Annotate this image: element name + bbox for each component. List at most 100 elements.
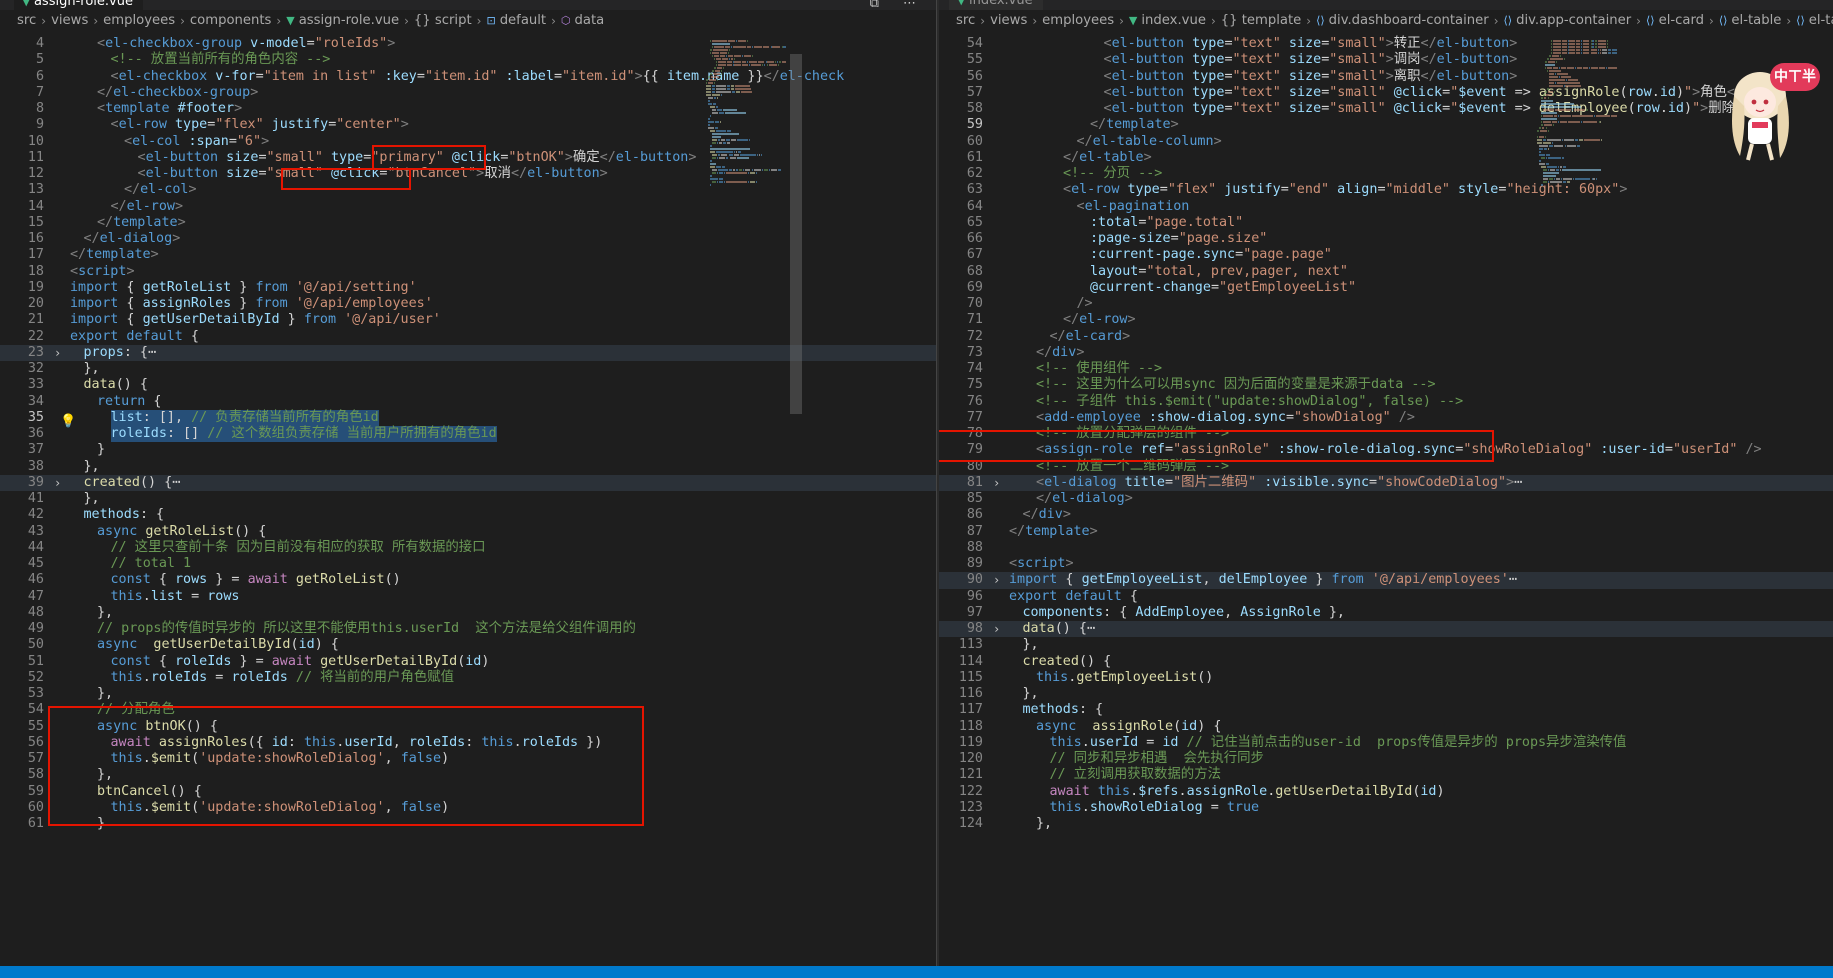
code-line[interactable]: 63 <el-row type="flex" justify="end" alig… [939,182,1833,198]
scroll-thumb[interactable] [790,54,802,414]
code-line[interactable]: 60 </el-table-column> [939,134,1833,150]
code-line[interactable]: 90 › import { getEmployeeList, delEmployee… [939,572,1833,589]
code-token: type [1184,84,1225,100]
code-token: }, [1036,816,1053,831]
code-token: = [1170,231,1179,246]
code-line[interactable]: 67:current-page.sync="page.page" [939,247,1833,263]
split-and-more-icons[interactable]: ⧉ ⋯ [870,0,926,11]
code-line[interactable]: 96 export default { [939,589,1833,605]
status-bar[interactable] [0,966,1833,978]
code-line[interactable]: 74 <!-- 使用组件 --> [939,361,1833,377]
breadcrumb-item[interactable]: components [190,13,271,28]
code-line[interactable]: 113}, [939,637,1833,653]
code-line[interactable]: 122 await this.$refs.assignRole.getUserDe… [939,784,1833,800]
code-line[interactable]: 86 </div> [939,507,1833,523]
code-token: el-row [1079,312,1128,328]
code-line[interactable]: 77 <add-employee :show-dialog.sync="showD… [939,410,1833,426]
code-line[interactable]: 73 </div> [939,345,1833,361]
tab-index-vue[interactable]: ▼ index.vue [949,0,1043,10]
fold-chevron-icon[interactable]: › [993,572,1005,588]
code-line[interactable]: 79 <assign-role ref="assignRole" :show-ro… [939,442,1833,458]
code-line[interactable]: 72 </el-card> [939,329,1833,345]
code-line[interactable]: 78 <!-- 放置分配弹层的组件 --> [939,426,1833,442]
code-line[interactable]: 121 // 立刻调用获取数据的方法 [939,767,1833,783]
code-line[interactable]: 80 <!-- 放置一个二维码弹层 --> [939,459,1833,475]
left-editor-pane[interactable]: ▼ assign-role.vue ⧉ ⋯ src › views › employee… [0,0,936,978]
right-editor-pane[interactable]: ▼ index.vue src › views › employees › ▼ index.v… [939,0,1833,978]
minimap[interactable] [706,36,788,936]
code-line[interactable]: 124}, [939,816,1833,832]
code-line[interactable]: 117 methods: { [939,702,1833,718]
breadcrumb-item[interactable]: {} script [414,13,472,28]
code-line[interactable]: 97 components: { AddEmployee, AssignRole … [939,605,1833,621]
code-editor[interactable]: 54 <el-button type="text" size="small">转正… [939,36,1833,966]
code-line[interactable]: 75 <!-- 这里为什么可以用sync 因为后面的变量是来源于data --> [939,377,1833,393]
code-text: <!-- 这里为什么可以用sync 因为后面的变量是来源于data --> [1036,377,1436,393]
breadcrumb-item[interactable]: views [51,13,88,28]
breadcrumb-item[interactable]: src [956,13,975,28]
code-line[interactable]: 98 › data() {⋯ [939,621,1833,638]
code-token: $event [1458,101,1507,116]
breadcrumb-item[interactable]: src [17,13,36,28]
code-line[interactable]: 71 </el-row> [939,312,1833,328]
breadcrumb-item[interactable]: index.vue [1141,13,1206,28]
fold-chevron-icon[interactable]: › [54,475,66,491]
fold-chevron-icon[interactable]: › [993,621,1005,637]
code-line[interactable]: 89 <script> [939,556,1833,572]
code-line[interactable]: 61 </el-table> [939,150,1833,166]
breadcrumb-item[interactable]: assign-role.vue [299,13,399,28]
minimap[interactable] [1537,36,1619,936]
code-token: <!-- 放置当前所有的角色内容 --> [110,52,331,68]
code-line[interactable]: 81 › <el-dialog title="图片二维码" :visible.syn… [939,474,1833,491]
vertical-scrollbar[interactable] [790,36,802,966]
code-line[interactable]: 66:page-size="page.size" [939,231,1833,247]
fold-chevron-icon[interactable]: › [54,345,66,361]
code-line[interactable]: 120 // 同步和异步相遇 会先执行同步 [939,751,1833,767]
breadcrumb-item[interactable]: data [575,13,605,28]
code-line[interactable]: 76 <!-- 子组件 this.$emit("update:showDialog… [939,394,1833,410]
code-line[interactable]: 62 <!-- 分页 --> [939,166,1833,182]
code-line[interactable]: 85 </el-dialog> [939,491,1833,507]
code-token: :key [376,68,417,84]
fold-chevron-icon[interactable]: › [993,475,1005,491]
breadcrumb-item[interactable]: views [990,13,1027,28]
breadcrumb[interactable]: src › views › employees › ▼ index.vue › {} templa… [939,10,1833,32]
code-line[interactable]: 55 <el-button type="text" size="small">调岗… [939,52,1833,68]
code-line[interactable]: 69 @current-change="getEmployeeList" [939,280,1833,296]
breadcrumb-item[interactable]: {} template [1221,13,1302,28]
minimap-line [1555,73,1557,75]
code-line[interactable]: 118 async assignRole(id) { [939,719,1833,735]
code-line[interactable]: 65:total="page.total" [939,215,1833,231]
line-number: 48 [27,604,44,620]
code-line[interactable]: 58 <el-button type="text" size="small" @c… [939,101,1833,117]
code-line[interactable]: 119 this.userId = id // 记住当前点击的user-id pr… [939,735,1833,751]
code-token: : { [123,344,148,360]
code-line[interactable]: 70 /> [939,296,1833,312]
code-line[interactable]: 87 </template> [939,524,1833,540]
breadcrumb-item[interactable]: div.dashboard-container [1329,13,1489,28]
breadcrumb-item[interactable]: el-card [1659,13,1704,28]
breadcrumb-item[interactable]: employees [103,13,175,28]
code-line[interactable]: 57 <el-button type="text" size="small" @c… [939,85,1833,101]
minimap-line [734,55,742,57]
tab-assign-role-vue[interactable]: ▼ assign-role.vue [14,0,143,10]
code-line[interactable]: 115 this.getEmployeeList() [939,670,1833,686]
code-line[interactable]: 123 this.showRoleDialog = true [939,800,1833,816]
breadcrumb-item[interactable]: employees [1042,13,1114,28]
code-line[interactable]: 88 [939,540,1833,556]
breadcrumb[interactable]: src › views › employees › components › ▼ assign-r… [0,10,936,32]
code-line[interactable]: 54 <el-button type="text" size="small">转正… [939,36,1833,52]
code-line[interactable]: 116}, [939,686,1833,702]
code-line[interactable]: 68 layout="total, prev,pager, next" [939,264,1833,280]
code-line[interactable]: 59 </template> [939,117,1833,133]
breadcrumb-item[interactable]: el-table [1731,13,1781,28]
editor-actions[interactable]: ⧉ ⋯ [870,0,926,11]
breadcrumb-item[interactable]: div.app-container [1516,13,1631,28]
breadcrumb-item[interactable]: el-table-co [1809,13,1833,28]
breadcrumb-item[interactable]: default [500,13,546,28]
code-line[interactable]: 114 created() { [939,654,1833,670]
code-line[interactable]: 64 <el-pagination [939,199,1833,215]
lightbulb-icon[interactable]: 💡 [60,414,76,429]
code-text: components: { AddEmployee, AssignRole }, [1023,605,1346,621]
code-line[interactable]: 56 <el-button type="text" size="small">离职… [939,69,1833,85]
